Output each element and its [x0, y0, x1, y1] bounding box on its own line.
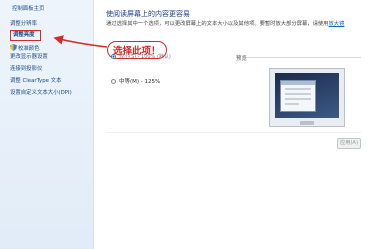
page-title: 使阅读屏幕上的内容更容易 — [106, 10, 190, 18]
option-smaller[interactable]: 较小(S) - 100% (默认) — [111, 53, 171, 60]
sidebar: 控制面板主页 调整分辨率 调整亮度 校准颜色 更改显示器设置 连接到投影仪 调整… — [0, 0, 94, 249]
page-description: 通过选择其中一个选项，可以更改屏幕上的文本大小以及其他项。要暂时放大部分屏幕，请… — [106, 19, 356, 27]
sidebar-item-connect-projector[interactable]: 连接到投影仪 — [10, 66, 42, 73]
apply-button[interactable]: 应用(A) — [337, 138, 361, 149]
preview-window — [280, 80, 316, 112]
sidebar-item-calibrate-color[interactable]: 校准颜色 — [10, 44, 40, 53]
shield-icon — [10, 44, 17, 51]
option-smaller-label: 较小(S) - 100% (默认) — [119, 54, 171, 60]
content-divider — [106, 132, 361, 133]
preview-screen — [275, 73, 339, 118]
sidebar-item-custom-dpi[interactable]: 设置自定义文本大小(DPI) — [10, 90, 72, 97]
description-text: 通过选择其中一个选项，可以更改屏幕上的文本大小以及其他项。要暂时放大部分屏幕，请… — [106, 21, 329, 27]
magnifier-link[interactable]: 放大镜 — [328, 21, 344, 27]
preview-label: 预览 — [236, 56, 247, 62]
option-medium[interactable]: 中等(M) - 125% — [111, 77, 160, 85]
main-content: 使阅读屏幕上的内容更容易 通过选择其中一个选项，可以更改屏幕上的文本大小以及其他… — [94, 0, 390, 249]
option-medium-label: 中等(M) - 125% — [119, 79, 161, 85]
sidebar-item-change-display-settings[interactable]: 更改显示器设置 — [10, 54, 48, 61]
sidebar-item-cleartype[interactable]: 调整 ClearType 文本 — [10, 78, 61, 85]
sidebar-item-adjust-resolution[interactable]: 调整分辨率 — [10, 21, 37, 28]
radio-medium[interactable] — [111, 78, 116, 84]
sidebar-item-home[interactable]: 控制面板主页 — [12, 6, 44, 13]
sidebar-item-adjust-brightness[interactable]: 调整亮度 — [10, 30, 41, 41]
preview-divider — [246, 57, 361, 58]
sidebar-item-label: 校准颜色 — [18, 46, 40, 52]
monitor-stand — [300, 121, 314, 125]
monitor-preview-icon — [269, 68, 345, 127]
radio-smaller[interactable] — [111, 54, 116, 59]
